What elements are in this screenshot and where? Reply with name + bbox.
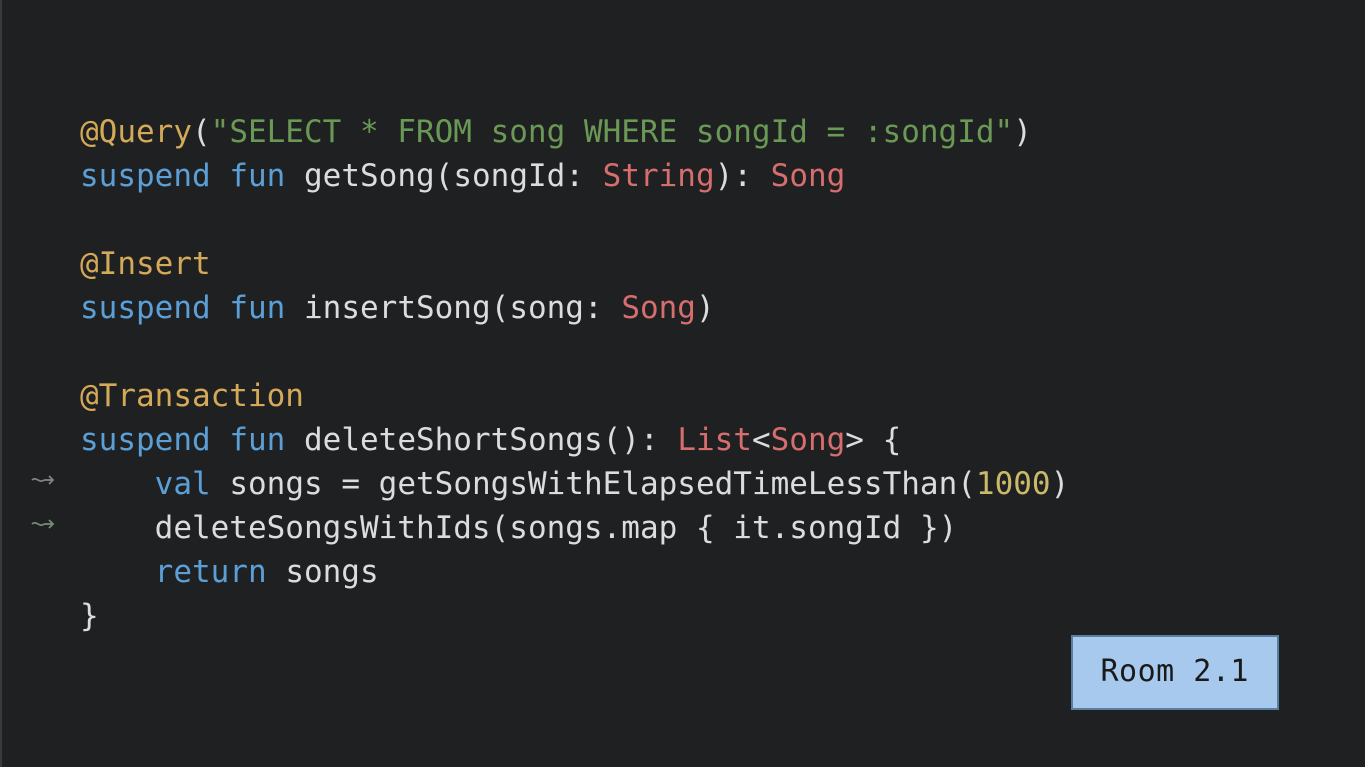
keyword-suspend: suspend (80, 422, 211, 458)
dot: . (603, 510, 622, 546)
keyword-fun: fun (229, 158, 285, 194)
paren: ( (957, 466, 976, 502)
type-string: String (603, 158, 715, 194)
keyword-fun: fun (229, 290, 285, 326)
fn-deletesongswithids: deleteSongsWithIds (155, 510, 491, 546)
paren: ( (491, 510, 510, 546)
colon: : (584, 290, 603, 326)
keyword-val: val (155, 466, 211, 502)
prop-songid: songId (789, 510, 901, 546)
eq: = (341, 466, 360, 502)
version-badge: Room 2.1 (1071, 635, 1280, 710)
paren: ) (939, 510, 958, 546)
version-badge-label: Room 2.1 (1101, 654, 1250, 689)
brace: { (696, 510, 715, 546)
param-songid: songId (453, 158, 565, 194)
brace: } (80, 598, 99, 634)
type-song: Song (771, 158, 846, 194)
paren: ) (715, 158, 734, 194)
annotation-transaction: @Transaction (80, 378, 304, 414)
paren: ( (192, 114, 211, 150)
paren: ( (491, 290, 510, 326)
annotation-insert: @Insert (80, 246, 211, 282)
angle: < (752, 422, 771, 458)
type-list: List (677, 422, 752, 458)
colon: : (640, 422, 659, 458)
param-song: song (509, 290, 584, 326)
paren: ) (1013, 114, 1032, 150)
var-songs: songs (285, 554, 378, 590)
colon: : (565, 158, 584, 194)
var-songs: songs (229, 466, 322, 502)
brace: } (920, 510, 939, 546)
colon: : (733, 158, 752, 194)
paren: ) (1051, 466, 1070, 502)
keyword-return: return (155, 554, 267, 590)
fn-insertsong: insertSong (304, 290, 491, 326)
keyword-suspend: suspend (80, 158, 211, 194)
paren: ( (603, 422, 622, 458)
gutter (2, 0, 62, 767)
code-block: @Query("SELECT * FROM song WHERE songId … (2, 0, 1365, 638)
dot: . (771, 510, 790, 546)
num-1000: 1000 (976, 466, 1051, 502)
fn-getsong: getSong (304, 158, 435, 194)
type-song: Song (621, 290, 696, 326)
angle: > (845, 422, 864, 458)
suspend-call-icon (29, 514, 59, 534)
keyword-suspend: suspend (80, 290, 211, 326)
sql-string: "SELECT * FROM song WHERE songId = :song… (211, 114, 1014, 150)
paren: ) (696, 290, 715, 326)
keyword-fun: fun (229, 422, 285, 458)
paren: ( (435, 158, 454, 194)
type-song: Song (771, 422, 846, 458)
suspend-call-icon (29, 470, 59, 490)
it: it (733, 510, 770, 546)
brace: { (883, 422, 902, 458)
var-songs: songs (509, 510, 602, 546)
paren: ) (621, 422, 640, 458)
fn-deleteshortsongs: deleteShortSongs (304, 422, 603, 458)
fn-map: map (621, 510, 677, 546)
fn-getsongselapsed: getSongsWithElapsedTimeLessThan (379, 466, 958, 502)
annotation-query: @Query (80, 114, 192, 150)
